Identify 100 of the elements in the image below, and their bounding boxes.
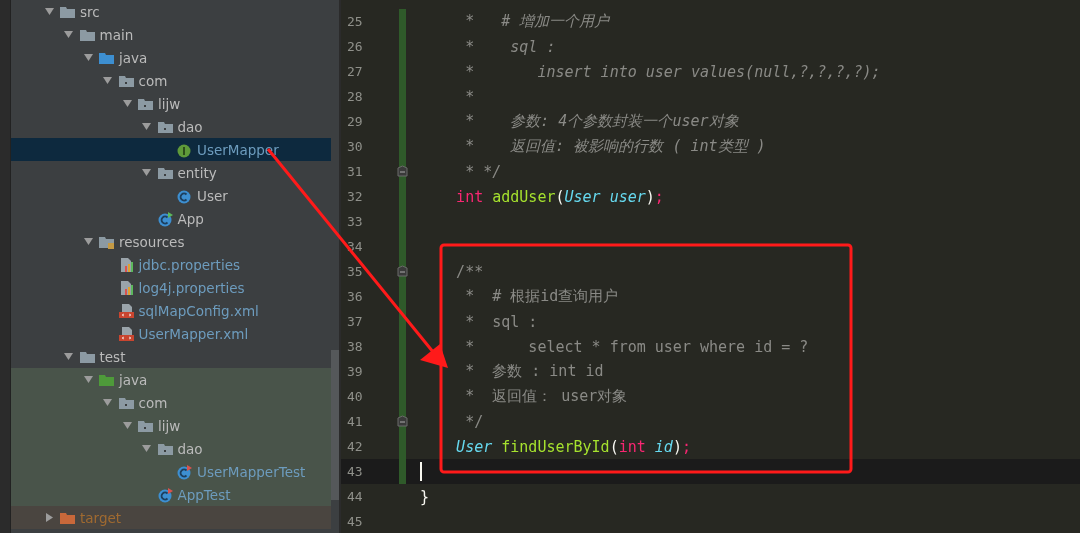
tree-item[interactable]: dao [11, 437, 331, 460]
tree-item[interactable]: UserMapper.xml [11, 322, 331, 345]
code-line: int addUser(User user); [455, 187, 664, 206]
code-line: * # 根据id查询用户 [464, 287, 619, 306]
line-number: 42 [347, 439, 363, 454]
tree-item-label: src [80, 3, 100, 20]
line-number: 29 [347, 114, 363, 129]
tree-item[interactable]: java [11, 46, 331, 69]
collapsed-arrow-icon[interactable] [43, 512, 55, 523]
tree-item-label: UserMapper [197, 141, 279, 158]
expanded-arrow-icon[interactable] [141, 167, 152, 178]
folder-icon [78, 27, 96, 42]
line-number: 33 [347, 214, 363, 229]
code-line: * 参数 : int id [464, 362, 604, 381]
tree-item-label: lijw [158, 417, 181, 434]
tree-item[interactable]: main [11, 23, 331, 46]
code-line: /** [455, 262, 484, 281]
tree-item-label: entity [177, 164, 217, 181]
test-class-icon [176, 463, 193, 480]
expanded-arrow-icon[interactable] [82, 236, 94, 247]
tree-item[interactable]: jdbc.properties [11, 253, 331, 276]
tree-item[interactable]: User [11, 184, 331, 207]
tree-item[interactable]: java [11, 368, 331, 391]
tree-item[interactable]: UserMapperTest [11, 460, 331, 483]
folder-icon [59, 4, 76, 19]
tree-item-label: com [138, 72, 168, 89]
tree-item-label: main [99, 26, 134, 43]
text-cursor [420, 462, 422, 481]
fold-icon[interactable] [397, 415, 408, 427]
code-line: */ [464, 412, 484, 431]
expanded-arrow-icon[interactable] [102, 75, 113, 86]
line-number: 40 [347, 389, 363, 404]
tree-item[interactable]: com [11, 391, 331, 414]
tree-item-label: User [197, 187, 228, 204]
line-number: 35 [347, 264, 363, 279]
line-number: 36 [347, 289, 363, 304]
tree-item[interactable]: lijw [11, 92, 331, 115]
tree-item-label: UserMapper.xml [138, 325, 249, 342]
code-line: * */ [464, 162, 502, 181]
tree-item[interactable]: sqlMapConfig.xml [11, 299, 331, 322]
expanded-arrow-icon[interactable] [82, 374, 94, 385]
line-number: 41 [347, 414, 363, 429]
folder-icon [98, 50, 115, 65]
package-icon [117, 73, 135, 88]
tree-item[interactable]: AppTest [11, 483, 331, 506]
tree-item-label: dao [177, 440, 203, 457]
test-class-icon [156, 486, 174, 503]
fold-icon[interactable] [397, 165, 408, 177]
package-icon [156, 441, 174, 456]
line-number: 44 [347, 489, 363, 504]
tree-item[interactable]: lijw [11, 414, 331, 437]
code-line: * sql : [464, 37, 556, 56]
code-line: * 参数: 4个参数封装一个user对象 [464, 112, 739, 131]
folder-icon [78, 349, 96, 364]
line-number: 30 [347, 139, 363, 154]
resources-folder-icon [98, 234, 115, 249]
tree-item-label: log4j.properties [138, 279, 245, 296]
tree-item[interactable]: App [11, 207, 331, 230]
line-number: 27 [347, 64, 363, 79]
expanded-arrow-icon[interactable] [141, 443, 152, 454]
tree-item[interactable]: src [11, 0, 331, 23]
folder-icon [59, 510, 76, 525]
package-icon [117, 395, 135, 410]
tree-item[interactable]: log4j.properties [11, 276, 331, 299]
expanded-arrow-icon[interactable] [63, 351, 74, 362]
tree-item-label: resources [119, 233, 185, 250]
line-number: 31 [347, 164, 363, 179]
line-number: 43 [347, 464, 363, 479]
tree-item[interactable]: test [11, 345, 331, 368]
tree-item[interactable]: UserMapper [11, 138, 331, 161]
expanded-arrow-icon[interactable] [82, 52, 94, 63]
tree-item[interactable]: entity [11, 161, 331, 184]
code-line: * insert into user values(null,?,?,?,?); [464, 62, 881, 81]
code-line: * 返回值: 被影响的行数 ( int类型 ) [464, 137, 766, 156]
tree-item[interactable]: com [11, 69, 331, 92]
folder-icon [98, 372, 115, 387]
expanded-arrow-icon[interactable] [121, 420, 133, 431]
fold-icon[interactable] [397, 265, 408, 277]
class-icon [156, 210, 174, 227]
line-number: 26 [347, 39, 363, 54]
code-line: * select * from user where id = ? [464, 337, 809, 356]
code-line: * # 增加一个用户 [464, 12, 610, 31]
tree-item[interactable]: dao [11, 115, 331, 138]
tree-item[interactable]: resources [11, 230, 331, 253]
code-line: } [420, 487, 430, 506]
tree-item-label: test [99, 348, 126, 365]
expanded-arrow-icon[interactable] [102, 397, 113, 408]
tree-item-label: UserMapperTest [197, 463, 306, 480]
expanded-arrow-icon[interactable] [63, 29, 74, 40]
package-icon [137, 418, 154, 433]
expanded-arrow-icon[interactable] [121, 98, 133, 109]
line-number: 32 [347, 189, 363, 204]
tree-item-label: com [138, 394, 168, 411]
expanded-arrow-icon[interactable] [43, 6, 55, 17]
tree-item-label: sqlMapConfig.xml [138, 302, 259, 319]
tree-item-label: jdbc.properties [138, 256, 240, 273]
line-number: 28 [347, 89, 363, 104]
expanded-arrow-icon[interactable] [141, 121, 152, 132]
line-number: 38 [347, 339, 363, 354]
tree-item-label: dao [177, 118, 203, 135]
